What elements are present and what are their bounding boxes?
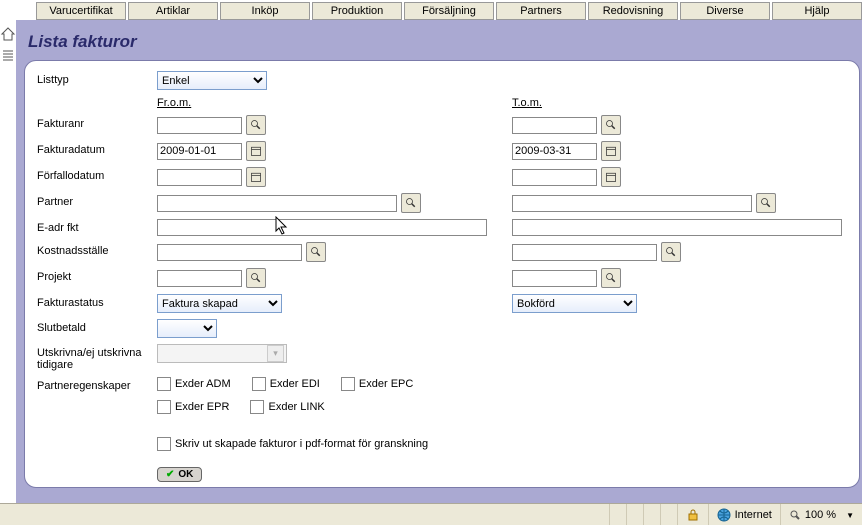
kostnadsstalle-to-input[interactable]: [512, 244, 657, 261]
label-fakturastatus: Fakturastatus: [37, 294, 157, 309]
partner-to-input[interactable]: [512, 195, 752, 212]
label-partneregenskaper: Partneregenskaper: [37, 377, 157, 392]
label-utskrivna: Utskrivna/ej utskrivna tidigare: [37, 344, 157, 371]
lock-icon: [686, 508, 700, 522]
search-icon[interactable]: [246, 268, 266, 288]
status-bar: Internet 100 % ▼: [0, 503, 862, 525]
listtyp-select[interactable]: Enkel: [157, 71, 267, 90]
forfallodatum-from-input[interactable]: [157, 169, 242, 186]
tab-inkop[interactable]: Inköp: [220, 2, 310, 20]
label-kostnadsstalle: Kostnadsställe: [37, 242, 157, 257]
checkbox-exder-edi[interactable]: Exder EDI: [252, 377, 320, 391]
eadr-to-input[interactable]: [512, 219, 842, 236]
projekt-from-input[interactable]: [157, 270, 242, 287]
calendar-icon[interactable]: [601, 141, 621, 161]
tab-diverse[interactable]: Diverse: [680, 2, 770, 20]
top-tabs: Varucertifikat Artiklar Inköp Produktion…: [0, 0, 862, 20]
list-icon[interactable]: [0, 48, 16, 64]
fakturadatum-from-input[interactable]: [157, 143, 242, 160]
partner-from-input[interactable]: [157, 195, 397, 212]
page-title: Lista fakturor: [28, 32, 860, 52]
checkbox-exder-epc[interactable]: Exder EPC: [341, 377, 413, 391]
sidebar: [0, 20, 16, 503]
fakturanr-from-input[interactable]: [157, 117, 242, 134]
search-icon[interactable]: [601, 115, 621, 135]
tab-produktion[interactable]: Produktion: [312, 2, 402, 20]
checkbox-exder-epr[interactable]: Exder EPR: [157, 400, 229, 414]
checkbox-exder-adm[interactable]: Exder ADM: [157, 377, 231, 391]
label-forfallodatum: Förfallodatum: [37, 167, 157, 182]
search-icon[interactable]: [661, 242, 681, 262]
utskrivna-select-disabled: ▾: [157, 344, 287, 363]
calendar-icon[interactable]: [601, 167, 621, 187]
projekt-to-input[interactable]: [512, 270, 597, 287]
checkbox-exder-link[interactable]: Exder LINK: [250, 400, 324, 414]
label-partner: Partner: [37, 193, 157, 208]
tom-header: T.o.m.: [512, 97, 847, 109]
eadr-from-input[interactable]: [157, 219, 487, 236]
from-header: Fr.o.m.: [157, 97, 492, 109]
calendar-icon[interactable]: [246, 167, 266, 187]
search-icon: [789, 509, 801, 521]
calendar-icon[interactable]: [246, 141, 266, 161]
fakturadatum-to-input[interactable]: [512, 143, 597, 160]
home-icon[interactable]: [0, 26, 16, 42]
label-fakturadatum: Fakturadatum: [37, 141, 157, 156]
label-listtyp: Listtyp: [37, 71, 157, 86]
tab-varucertifikat[interactable]: Varucertifikat: [36, 2, 126, 20]
fakturastatus-from-select[interactable]: Faktura skapad: [157, 294, 282, 313]
status-zone: Internet: [708, 504, 780, 525]
search-icon[interactable]: [401, 193, 421, 213]
search-icon[interactable]: [306, 242, 326, 262]
tab-artiklar[interactable]: Artiklar: [128, 2, 218, 20]
ok-button[interactable]: ✔OK: [157, 467, 202, 482]
chevron-down-icon: ▼: [846, 511, 854, 520]
status-security: [677, 504, 708, 525]
label-slutbetald: Slutbetald: [37, 319, 157, 334]
tab-redovisning[interactable]: Redovisning: [588, 2, 678, 20]
checkbox-pdf-print[interactable]: Skriv ut skapade fakturor i pdf-format f…: [157, 437, 428, 451]
label-fakturanr: Fakturanr: [37, 115, 157, 130]
fakturanr-to-input[interactable]: [512, 117, 597, 134]
label-projekt: Projekt: [37, 268, 157, 283]
search-icon[interactable]: [246, 115, 266, 135]
forfallodatum-to-input[interactable]: [512, 169, 597, 186]
tab-forsaljning[interactable]: Försäljning: [404, 2, 494, 20]
tab-hjalp[interactable]: Hjälp: [772, 2, 862, 20]
fakturastatus-to-select[interactable]: Bokförd: [512, 294, 637, 313]
globe-icon: [717, 508, 731, 522]
slutbetald-select[interactable]: [157, 319, 217, 338]
kostnadsstalle-from-input[interactable]: [157, 244, 302, 261]
tab-partners[interactable]: Partners: [496, 2, 586, 20]
status-zoom[interactable]: 100 % ▼: [780, 504, 862, 525]
search-icon[interactable]: [601, 268, 621, 288]
search-icon[interactable]: [756, 193, 776, 213]
label-eadr: E-adr fkt: [37, 219, 157, 234]
check-icon: ✔: [166, 469, 174, 480]
